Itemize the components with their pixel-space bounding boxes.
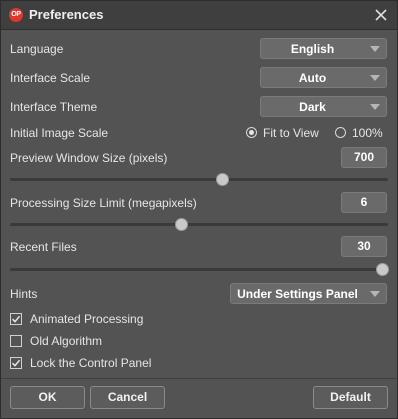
chevron-down-icon [370,75,380,81]
chevron-down-icon [370,46,380,52]
old-algorithm-label: Old Algorithm [30,334,103,348]
close-button[interactable] [371,5,391,25]
interface-scale-label: Interface Scale [10,71,91,85]
recent-files-label: Recent Files [10,240,77,254]
app-logo-icon: OP [9,8,23,22]
interface-theme-dropdown[interactable]: Dark [260,96,387,117]
preview-window-size-slider[interactable] [10,173,388,186]
interface-theme-label: Interface Theme [10,100,98,114]
initial-image-scale-label: Initial Image Scale [10,126,109,140]
dialog-title: Preferences [29,7,104,22]
interface-scale-dropdown[interactable]: Auto [260,67,387,88]
slider-thumb[interactable] [376,263,389,276]
checkmark-icon [11,359,21,367]
lock-control-panel-label: Lock the Control Panel [30,356,152,370]
chevron-down-icon [370,291,380,297]
slider-thumb[interactable] [216,173,230,186]
interface-theme-value: Dark [299,100,326,114]
processing-size-limit-slider[interactable] [10,218,388,231]
checkmark-icon [11,315,21,323]
preview-window-size-label: Preview Window Size (pixels) [10,151,168,165]
hints-label: Hints [10,287,38,301]
processing-size-limit-label: Processing Size Limit (megapixels) [10,196,197,210]
footer-divider [1,378,397,379]
language-dropdown[interactable]: English [260,38,387,59]
preferences-dialog: OP Preferences Language English Interfac… [0,0,398,419]
slider-thumb[interactable] [175,218,189,231]
processing-size-limit-input[interactable]: 6 [341,192,387,213]
close-icon [375,9,387,21]
radio-fit-to-view[interactable] [246,127,257,138]
language-label: Language [10,42,64,56]
chevron-down-icon [370,104,380,110]
cancel-button[interactable]: Cancel [90,386,165,409]
old-algorithm-checkbox[interactable] [10,335,22,347]
interface-scale-value: Auto [298,71,327,85]
radio-fit-to-view-label: Fit to View [263,126,319,140]
radio-100-percent[interactable] [335,127,346,138]
hints-value: Under Settings Panel [237,287,358,301]
animated-processing-label: Animated Processing [30,312,144,326]
hints-dropdown[interactable]: Under Settings Panel [230,283,387,304]
recent-files-slider[interactable] [10,263,389,276]
preview-window-size-input[interactable]: 700 [341,147,387,168]
default-button[interactable]: Default [313,386,388,409]
title-bar: OP Preferences [1,1,397,30]
radio-100-percent-label: 100% [352,126,383,140]
language-value: English [290,42,335,56]
lock-control-panel-checkbox[interactable] [10,357,22,369]
recent-files-input[interactable]: 30 [341,236,387,257]
animated-processing-checkbox[interactable] [10,313,22,325]
ok-button[interactable]: OK [10,386,85,409]
